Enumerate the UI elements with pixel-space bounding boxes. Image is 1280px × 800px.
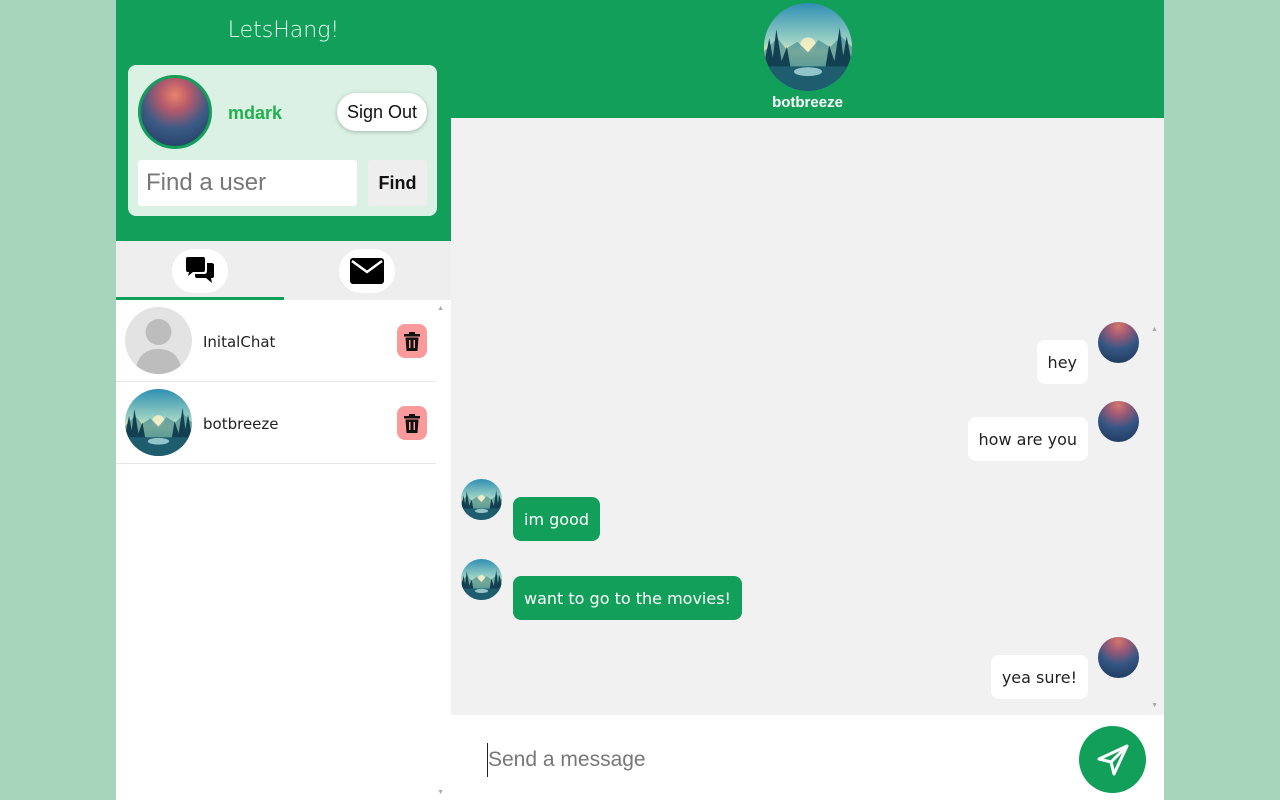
chat-item-botbreeze[interactable]: botbreeze [116,382,436,464]
chat-list: InitalChat botbreeze [116,300,451,800]
scroll-down-arrow-icon[interactable]: ▼ [437,789,444,796]
tab-messages[interactable] [284,241,452,300]
app-window: LetsHang! mdark Sign Out Find a user Fin… [116,0,1164,800]
send-icon [1097,744,1128,775]
find-user-input[interactable] [138,160,357,206]
contact-avatar[interactable] [764,3,852,91]
message-list: hey how are you im good want to go to th… [451,118,1164,715]
tab-chats[interactable] [116,241,284,300]
sign-out-button[interactable]: Sign Out [337,93,427,131]
scroll-down-arrow-icon[interactable]: ▼ [1151,702,1158,709]
mountain-lake-avatar [125,389,192,456]
trash-icon [404,331,420,351]
username: mdark [228,103,283,123]
chat-name: botbreeze [203,415,279,433]
sidebar-header: LetsHang! mdark Sign Out Find [116,0,451,241]
my-avatar [1098,637,1139,678]
message-bubble-sent: yea sure! [990,655,1088,699]
sidebar-tabs [116,241,451,300]
scroll-up-arrow-icon[interactable]: ▲ [1151,326,1158,333]
contact-name: botbreeze [772,94,843,111]
user-card: mdark Sign Out Find [128,65,437,216]
envelope-icon [339,248,396,293]
default-user-avatar [125,307,192,374]
delete-chat-button[interactable] [397,324,427,358]
send-button[interactable] [1079,726,1146,793]
find-button[interactable]: Find [368,160,427,206]
message-bubble-received: want to go to the movies! [513,576,742,620]
delete-chat-button[interactable] [397,406,427,440]
chat-panel: botbreeze hey how are you im good want t… [451,0,1164,800]
chat-item-initalchat[interactable]: InitalChat [116,300,436,382]
app-title: LetsHang! [227,18,340,43]
my-avatar [1098,401,1139,442]
message-composer [451,715,1164,800]
message-bubble-sent: how are you [967,417,1088,461]
chat-bubbles-icon [171,248,228,293]
chat-header: botbreeze [451,0,1164,118]
sidebar: LetsHang! mdark Sign Out Find a user Fin… [116,0,451,800]
trash-icon [404,413,420,433]
user-avatar [138,75,212,149]
contact-mini-avatar [461,559,502,600]
my-avatar [1098,322,1139,363]
scroll-up-arrow-icon[interactable]: ▲ [437,305,444,312]
message-bubble-sent: hey [1036,340,1088,384]
message-input[interactable] [487,743,1067,777]
chat-name: InitalChat [203,333,276,351]
contact-mini-avatar [461,479,502,520]
message-bubble-received: im good [513,497,601,541]
